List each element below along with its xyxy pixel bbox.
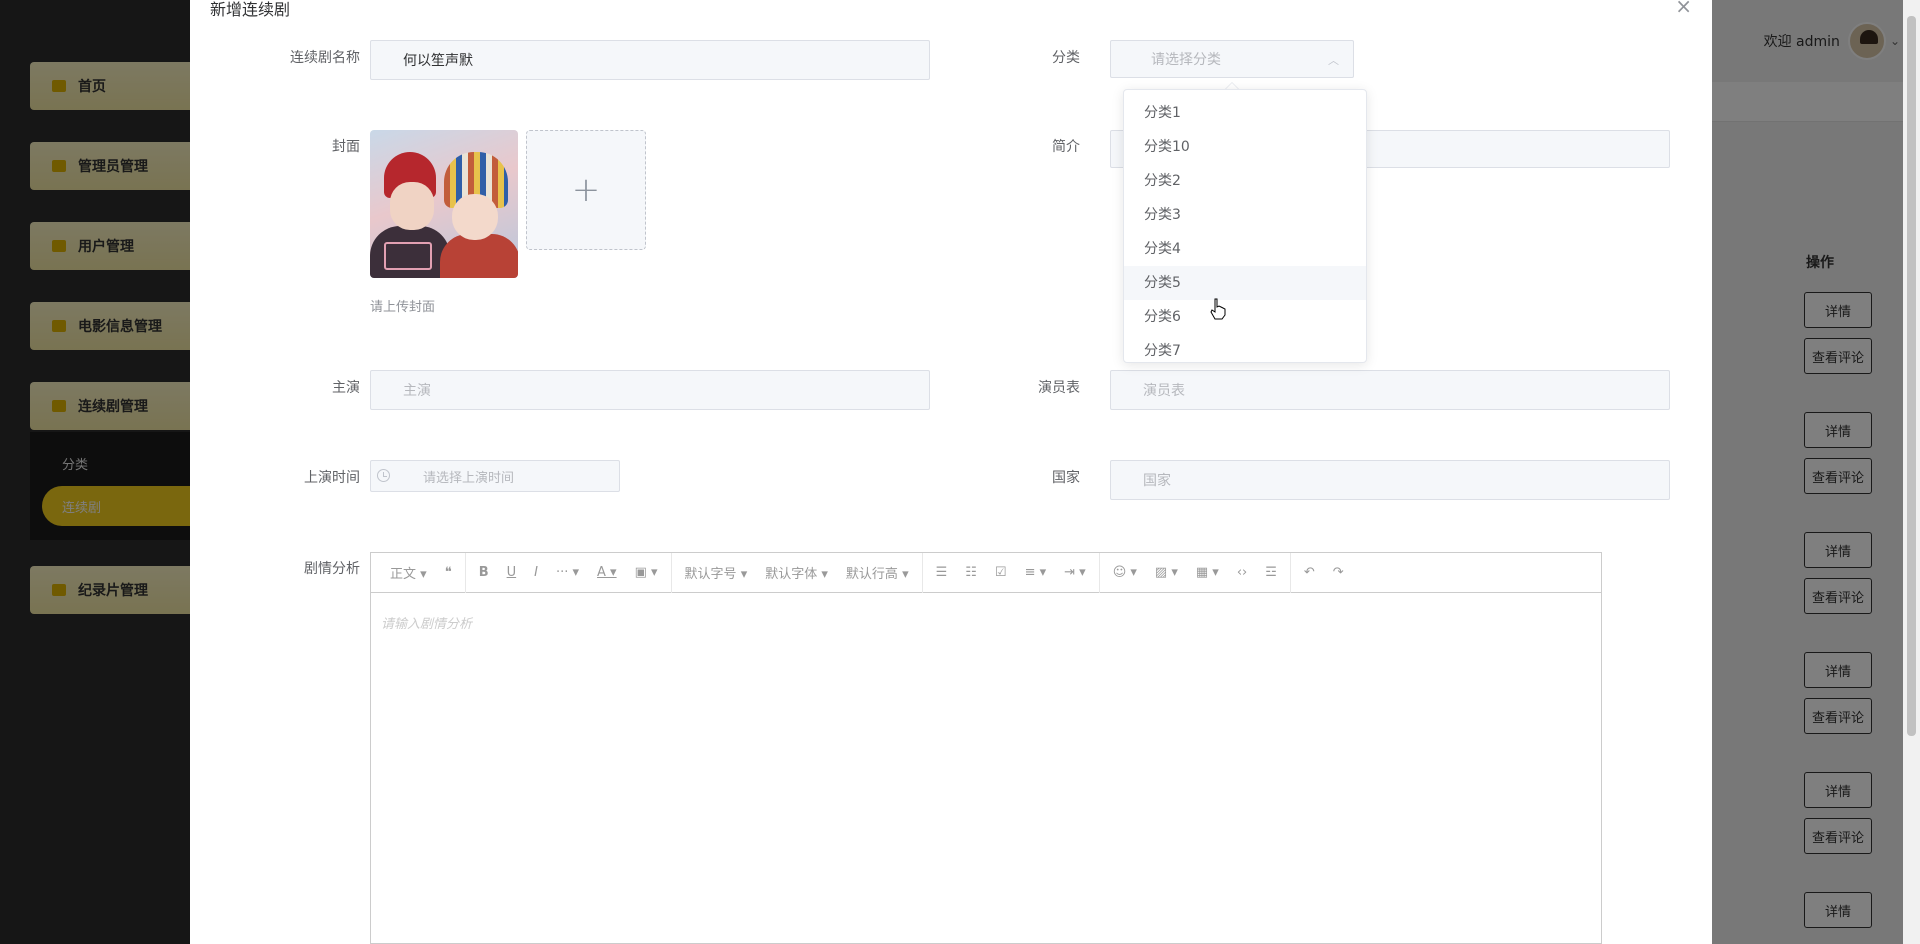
add-series-dialog: 新增连续剧 × 连续剧名称 何以笙声默 分类 请选择分类 ︿ 封面 + 请上传封… (190, 0, 1712, 944)
category-option[interactable]: 分类7 (1124, 334, 1366, 362)
scrollbar-thumb[interactable] (1907, 16, 1916, 736)
bulleted-list-icon[interactable]: ☰ (927, 565, 957, 580)
cover-image[interactable] (370, 130, 518, 278)
bold-icon[interactable]: B (470, 565, 498, 580)
dialog-title: 新增连续剧 (210, 0, 291, 19)
close-icon[interactable]: × (1675, 0, 1692, 18)
dropdown-arrow (1225, 82, 1239, 89)
release-label: 上演时间 (304, 470, 360, 486)
table-icon[interactable]: ▦ ▾ (1187, 565, 1228, 580)
intro-label: 简介 (1052, 139, 1080, 155)
lead-actor-input[interactable]: 主演 (370, 370, 930, 410)
series-name-input[interactable]: 何以笙声默 (370, 40, 930, 80)
upload-button[interactable]: + (526, 130, 646, 250)
category-option[interactable]: 分类2 (1124, 164, 1366, 198)
divider-icon[interactable]: ☲ (1256, 565, 1286, 580)
page-scrollbar[interactable] (1903, 0, 1920, 944)
release-date-placeholder: 请选择上演时间 (423, 470, 515, 486)
category-placeholder: 请选择分类 (1151, 52, 1221, 68)
category-select[interactable]: 请选择分类 ︿ (1110, 40, 1354, 78)
cover-title-art (384, 242, 432, 270)
cast-input[interactable]: 演员表 (1110, 370, 1670, 410)
category-option[interactable]: 分类4 (1124, 232, 1366, 266)
font-family-dropdown[interactable]: 默认字体 ▾ (756, 563, 837, 582)
category-option[interactable]: 分类1 (1124, 96, 1366, 130)
cast-label: 演员表 (1038, 380, 1080, 396)
emoji-icon[interactable]: ☺ ▾ (1104, 565, 1146, 580)
chevron-up-icon: ︿ (1328, 54, 1339, 67)
category-option[interactable]: 分类10 (1124, 130, 1366, 164)
underline-icon[interactable]: U (498, 565, 526, 580)
category-dropdown: 分类1 分类10 分类2 分类3 分类4 分类5 分类6 分类7 (1123, 89, 1367, 363)
country-label: 国家 (1052, 470, 1080, 486)
hand-cursor-icon (1210, 298, 1226, 320)
analysis-label: 剧情分析 (304, 561, 360, 577)
country-input[interactable]: 国家 (1110, 460, 1670, 500)
numbered-list-icon[interactable]: ☷ (956, 565, 986, 580)
font-family-label: 默认字体 (765, 567, 818, 582)
line-height-dropdown[interactable]: 默认行高 ▾ (837, 563, 918, 582)
release-date-picker[interactable]: 请选择上演时间 (370, 460, 620, 492)
category-label: 分类 (1052, 50, 1080, 66)
redo-icon[interactable]: ↷ (1324, 565, 1353, 580)
cover-hint: 请上传封面 (370, 300, 436, 315)
italic-icon[interactable]: I (525, 565, 547, 580)
more-icon[interactable]: ··· ▾ (547, 565, 588, 580)
paragraph-dropdown[interactable]: 正文 ▾ (381, 563, 436, 582)
category-option-hovered[interactable]: 分类5 (1124, 266, 1366, 300)
line-height-label: 默认行高 (845, 567, 898, 582)
font-size-dropdown[interactable]: 默认字号 ▾ (676, 563, 757, 582)
lead-label: 主演 (332, 380, 360, 396)
undo-icon[interactable]: ↶ (1295, 565, 1324, 580)
plus-icon: + (571, 170, 601, 210)
cover-label: 封面 (332, 139, 360, 155)
name-label: 连续剧名称 (290, 50, 360, 66)
align-icon[interactable]: ≡ ▾ (1016, 565, 1056, 580)
code-icon[interactable]: ‹› (1228, 565, 1256, 580)
indent-icon[interactable]: ⇥ ▾ (1055, 565, 1095, 580)
font-size-label: 默认字号 (684, 567, 737, 582)
paragraph-label: 正文 (390, 567, 417, 582)
editor-toolbar: 正文 ▾ ❝ B U I ··· ▾ A ▾ ▣ ▾ 默认字号 ▾ 默认字体 ▾… (371, 552, 1601, 593)
background-color-icon[interactable]: ▣ ▾ (626, 565, 667, 580)
category-option[interactable]: 分类3 (1124, 198, 1366, 232)
clock-icon (377, 469, 390, 482)
todo-icon[interactable]: ☑ (986, 565, 1016, 580)
image-icon[interactable]: ▨ ▾ (1146, 565, 1187, 580)
quote-icon[interactable]: ❝ (436, 565, 461, 580)
editor-placeholder: 请输入剧情分析 (381, 617, 473, 632)
category-option[interactable]: 分类6 (1124, 300, 1366, 334)
rich-text-editor[interactable]: 正文 ▾ ❝ B U I ··· ▾ A ▾ ▣ ▾ 默认字号 ▾ 默认字体 ▾… (370, 552, 1602, 944)
font-color-icon[interactable]: A ▾ (588, 565, 626, 580)
